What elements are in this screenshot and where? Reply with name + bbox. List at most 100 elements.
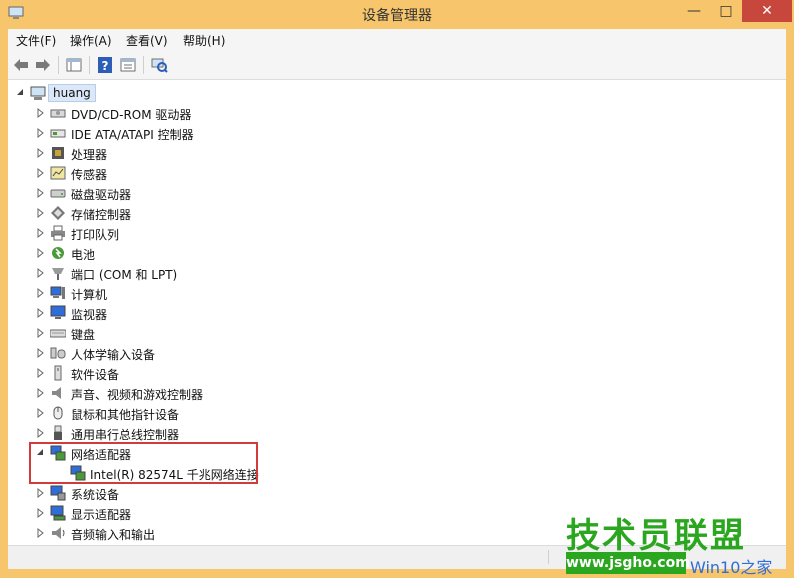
forward-icon[interactable] [34,56,52,74]
sensor-icon [50,166,66,180]
tree-item-monitor[interactable]: 监视器 [8,303,768,323]
audio-io-icon [52,527,65,539]
help-icon[interactable]: ? [96,56,114,74]
device-tree[interactable]: huang DVD/CD-ROM 驱动器 IDE ATA/ATAPI 控制器 处… [8,80,786,545]
tree-item-computer[interactable]: 计算机 [8,283,768,303]
back-icon[interactable] [12,56,30,74]
expand-arrow-icon[interactable] [36,168,44,178]
tree-item-ide[interactable]: IDE ATA/ATAPI 控制器 [8,123,768,143]
tree-item-label: 人体学输入设备 [71,348,156,362]
expand-arrow-icon[interactable] [36,428,44,438]
toolbar: ? [8,51,786,80]
tree-item-label: 鼠标和其他指针设备 [71,408,180,422]
toolbar-separator [58,56,59,74]
tree-item-label: 系统设备 [71,488,120,502]
tree-item-label: 监视器 [71,308,108,322]
tree-item-print-queue[interactable]: 打印队列 [8,223,768,243]
status-separator [548,550,549,564]
expand-arrow-icon[interactable] [36,488,44,498]
port-icon [52,268,64,280]
tree-item-label: 声音、视频和游戏控制器 [71,388,204,402]
tree-item-mouse[interactable]: 鼠标和其他指针设备 [8,403,768,423]
properties-icon[interactable] [119,56,137,74]
tree-item-label: 打印队列 [71,228,120,242]
expand-arrow-icon[interactable] [36,268,44,278]
tree-item-battery[interactable]: 电池 [8,243,768,263]
tree-item-label: 计算机 [71,288,108,302]
tree-item-label: 电池 [71,248,96,262]
tree-item-label: 软件设备 [71,368,120,382]
storage-controller-icon [51,206,65,220]
tree-item-label: 存储控制器 [71,208,132,222]
svg-text:?: ? [102,59,109,73]
window-title: 设备管理器 [362,8,432,24]
expand-arrow-icon[interactable] [36,208,44,218]
expand-arrow-icon[interactable] [36,308,44,318]
tree-item-label: 通用串行总线控制器 [71,428,180,442]
tree-item-dvd[interactable]: DVD/CD-ROM 驱动器 [8,103,768,123]
expand-arrow-icon[interactable] [36,188,44,198]
tree-item-storage[interactable]: 存储控制器 [8,203,768,223]
expand-arrow-icon[interactable] [36,408,44,418]
tree-item-keyboard[interactable]: 键盘 [8,323,768,343]
processor-icon [52,147,64,159]
speaker-icon [52,387,61,399]
expand-arrow-icon[interactable] [36,388,44,398]
expand-arrow-icon[interactable] [36,228,44,238]
menu-help[interactable]: 帮助(H) [183,32,225,49]
expand-arrow-icon[interactable] [36,248,44,258]
expand-arrow-icon[interactable] [36,368,44,378]
watermark-title: 技术员联盟 [566,516,746,556]
printer-icon [51,225,65,241]
toolbar-separator [143,56,144,74]
close-button[interactable]: ✕ [742,0,792,22]
scan-hardware-icon[interactable] [150,56,168,74]
tree-item-system-devices[interactable]: 系统设备 [8,483,768,503]
minimize-button[interactable]: — [679,0,709,22]
expand-arrow-icon[interactable] [36,108,44,118]
menu-action[interactable]: 操作(A) [70,32,112,49]
expand-arrow-icon[interactable] [36,328,44,338]
tree-item-hid[interactable]: 人体学输入设备 [8,343,768,363]
watermark-url: www.jsgho.com [566,552,690,574]
menu-view[interactable]: 查看(V) [126,32,168,49]
mouse-icon [53,406,63,420]
dvd-drive-icon [50,109,66,118]
tree-item-sound[interactable]: 声音、视频和游戏控制器 [8,383,768,403]
battery-icon [52,247,64,259]
menu-file[interactable]: 文件(F) [16,32,56,49]
maximize-button[interactable]: □ [711,0,741,22]
usb-icon [54,425,62,440]
collapse-arrow-icon[interactable] [16,88,24,98]
console-tree-icon[interactable] [65,56,83,74]
ide-controller-icon [50,129,66,138]
tree-item-ports[interactable]: 端口 (COM 和 LPT) [8,263,768,283]
tree-root[interactable]: huang [8,83,768,103]
tree-item-label: 音频输入和输出 [71,528,156,542]
tree-item-label: 键盘 [71,328,96,342]
expand-arrow-icon[interactable] [36,288,44,298]
tree-item-label: 显示适配器 [71,508,132,522]
device-manager-window: 设备管理器 — □ ✕ 文件(F) 操作(A) 查看(V) 帮助(H) ? hu… [0,0,794,577]
expand-arrow-icon[interactable] [36,528,44,538]
computer-icon [50,286,65,299]
expand-arrow-icon[interactable] [36,148,44,158]
computer-icon [30,86,46,100]
expand-arrow-icon[interactable] [36,348,44,358]
tree-item-sensor[interactable]: 传感器 [8,163,768,183]
expand-arrow-icon[interactable] [36,128,44,138]
highlight-annotation-box [29,442,258,484]
monitor-icon [50,305,66,319]
title-bar[interactable]: 设备管理器 — □ ✕ [0,0,794,28]
tree-item-label: DVD/CD-ROM 驱动器 [71,108,192,122]
disk-drive-icon [50,189,66,198]
tree-item-usb[interactable]: 通用串行总线控制器 [8,423,768,443]
expand-arrow-icon[interactable] [36,508,44,518]
tree-item-processor[interactable]: 处理器 [8,143,768,163]
tree-item-disk[interactable]: 磁盘驱动器 [8,183,768,203]
software-device-icon [54,365,62,381]
human-interface-icon [50,347,66,359]
toolbar-separator [89,56,90,74]
tree-item-software-device[interactable]: 软件设备 [8,363,768,383]
tree-item-label: IDE ATA/ATAPI 控制器 [71,128,194,142]
